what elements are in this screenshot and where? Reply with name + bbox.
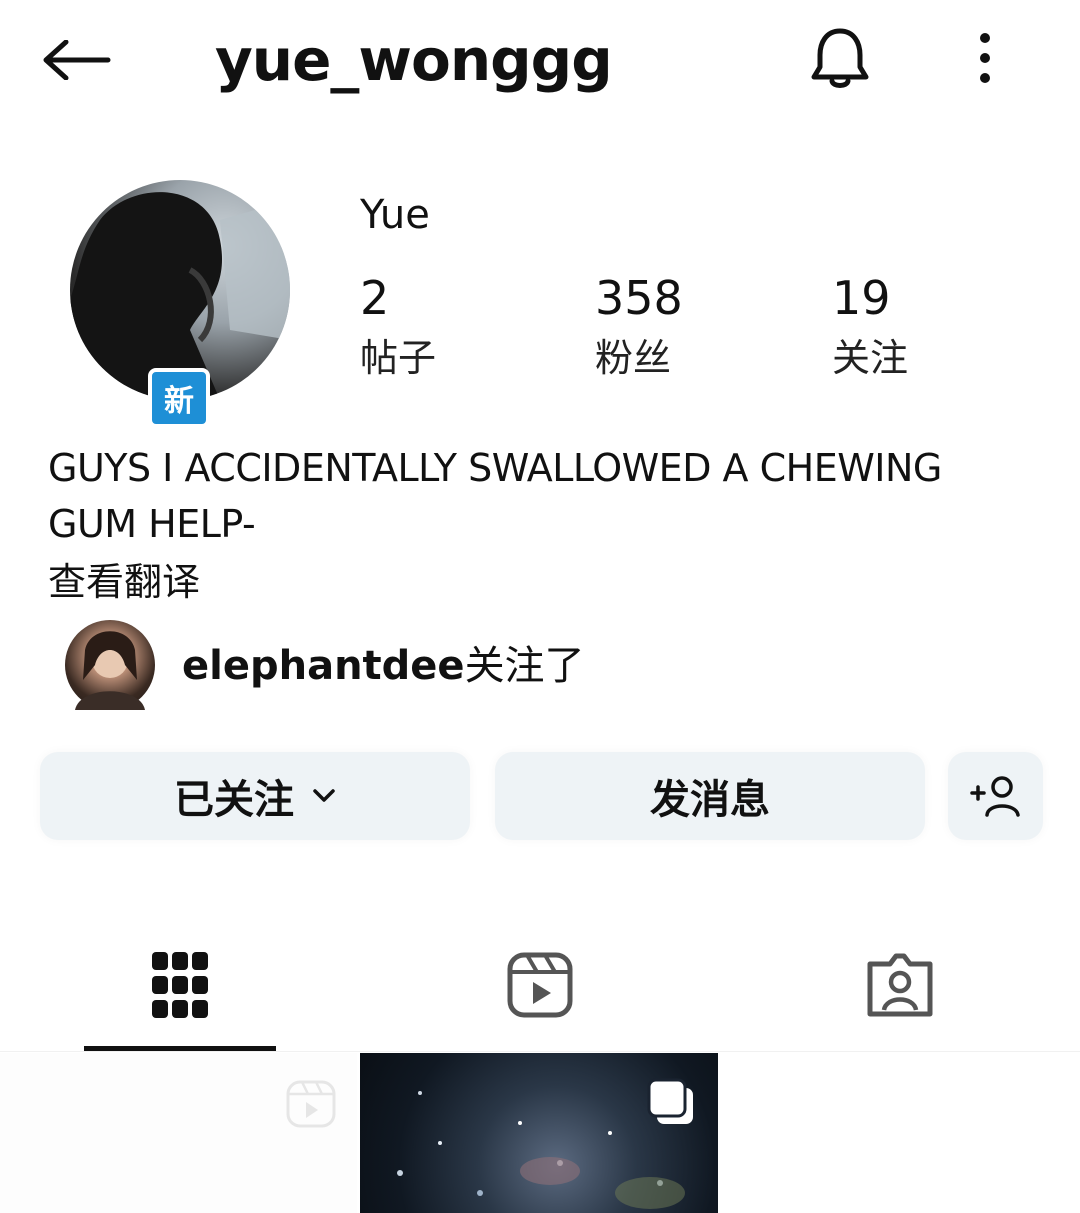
grid-icon	[152, 952, 208, 1018]
bell-icon	[811, 28, 869, 88]
followed-by-suffix: 关注了	[464, 643, 585, 689]
chevron-down-icon	[312, 788, 336, 804]
tabs-divider	[0, 1051, 1080, 1052]
profile-avatar[interactable]	[70, 180, 290, 400]
reels-icon	[507, 952, 573, 1018]
follower-avatar[interactable]	[65, 620, 155, 710]
back-button[interactable]	[40, 20, 130, 100]
following-stat[interactable]: 19 关注	[832, 270, 1032, 386]
more-options-button[interactable]	[955, 18, 1015, 98]
tab-reels[interactable]	[415, 920, 665, 1050]
followed-by-username[interactable]: elephantdee	[182, 643, 465, 689]
followers-stat[interactable]: 358 粉丝	[595, 270, 795, 386]
more-vertical-icon	[980, 33, 990, 83]
posts-count: 2	[360, 271, 390, 325]
see-translation-link[interactable]: 查看翻译	[48, 554, 200, 610]
add-person-icon	[969, 776, 1020, 817]
message-button[interactable]: 发消息	[495, 752, 925, 840]
bio-line-1: GUYS I ACCIDENTALLY SWALLOWED A CHEWING	[48, 446, 942, 490]
new-badge: 新	[148, 368, 210, 428]
avatar-photo	[70, 192, 290, 400]
notifications-button[interactable]	[800, 18, 880, 98]
add-user-button[interactable]	[948, 752, 1043, 840]
multiple-photos-icon	[645, 1076, 697, 1128]
tab-posts-grid[interactable]	[55, 920, 305, 1050]
following-label: 关注	[832, 336, 909, 380]
bio-line-2: GUM HELP-	[48, 502, 256, 546]
followers-count: 358	[595, 271, 683, 325]
follower-avatar-photo	[75, 631, 145, 710]
tagged-person-icon	[867, 953, 933, 1017]
post-thumbnail[interactable]	[0, 1053, 357, 1213]
reel-overlay-icon	[286, 1080, 336, 1128]
following-button-label: 已关注	[174, 777, 294, 823]
posts-stat[interactable]: 2 帖子	[360, 270, 560, 386]
profile-username: yue_wonggg	[215, 26, 613, 94]
following-button[interactable]: 已关注	[40, 752, 470, 840]
bio: GUYS I ACCIDENTALLY SWALLOWED A CHEWING …	[48, 440, 1048, 552]
posts-label: 帖子	[360, 336, 437, 380]
followed-by-text[interactable]: elephantdee关注了	[182, 638, 585, 694]
display-name: Yue	[360, 192, 430, 238]
message-button-label: 发消息	[650, 777, 770, 823]
arrow-left-icon	[43, 40, 111, 80]
following-count: 19	[832, 271, 891, 325]
tab-tagged[interactable]	[775, 920, 1025, 1050]
followers-label: 粉丝	[595, 336, 672, 380]
